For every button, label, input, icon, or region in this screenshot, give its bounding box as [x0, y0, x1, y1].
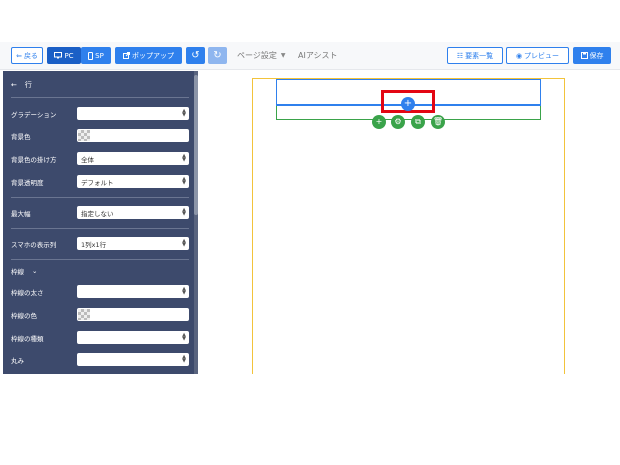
- monitor-icon: [54, 52, 63, 59]
- save-button[interactable]: 保存: [573, 47, 611, 64]
- preview-button[interactable]: ◉ プレビュー: [506, 47, 569, 64]
- popup-button[interactable]: ポップアップ: [115, 47, 182, 64]
- divider: [11, 197, 189, 198]
- select-arrows-icon: ▲ ▼: [182, 207, 186, 217]
- gradient-select[interactable]: ▲ ▼: [77, 107, 189, 120]
- elements-list-button[interactable]: ☷ 要素一覧: [447, 47, 503, 64]
- border-width-row: 枠線の太さ ▲ ▼: [11, 285, 189, 298]
- bg-apply-select[interactable]: 全体 ▲ ▼: [77, 152, 189, 165]
- sp-view-button[interactable]: SP: [81, 47, 111, 64]
- border-section-toggle[interactable]: 枠線 ⌄: [11, 266, 37, 276]
- select-arrows-icon: ▲ ▼: [182, 108, 186, 118]
- page-canvas[interactable]: [252, 78, 565, 374]
- select-arrows-icon: ▲ ▼: [182, 354, 186, 364]
- editor-toolbar: ⇐ 戻る PC SP ポップアップ ↺ ↻ ページ設定 ▼ AIアシスト ☷ 要…: [0, 42, 620, 70]
- sidebar-header: ← 行: [11, 80, 32, 90]
- delete-button[interactable]: 🗑: [431, 115, 445, 129]
- bg-color-picker[interactable]: [77, 129, 189, 142]
- sidebar-scrollbar[interactable]: [194, 71, 198, 374]
- max-width-select[interactable]: 指定しない ▲ ▼: [77, 206, 189, 219]
- select-arrows-icon: ▲ ▼: [182, 286, 186, 296]
- ai-assist-menu[interactable]: AIアシスト: [298, 47, 338, 64]
- divider: [11, 228, 189, 229]
- undo-icon: ↺: [191, 50, 200, 61]
- border-type-row: 枠線の種類 ▲ ▼: [11, 331, 189, 344]
- chevron-down-icon: ⌄: [32, 267, 38, 275]
- border-width-select[interactable]: ▲ ▼: [77, 285, 189, 298]
- save-icon: [580, 52, 588, 59]
- gear-icon: ⚙: [394, 117, 402, 126]
- trash-icon: 🗑: [432, 117, 444, 126]
- border-type-select[interactable]: ▲ ▼: [77, 331, 189, 344]
- copy-icon: ⧉: [415, 117, 421, 126]
- pc-view-button[interactable]: PC: [47, 47, 81, 64]
- copy-button[interactable]: ⧉: [411, 115, 425, 129]
- back-arrow-icon[interactable]: ←: [11, 81, 17, 89]
- redo-icon: ↻: [213, 50, 222, 61]
- caret-down-icon: ▼: [280, 52, 286, 59]
- select-arrows-icon: ▲ ▼: [182, 238, 186, 248]
- max-width-row: 最大幅 指定しない ▲ ▼: [11, 206, 189, 219]
- back-arrow-icon: ⇐: [16, 51, 22, 60]
- radius-select[interactable]: ▲ ▼: [77, 353, 189, 366]
- sidebar-title: 行: [24, 81, 32, 89]
- bg-color-row: 背景色: [11, 129, 189, 142]
- undo-button[interactable]: ↺: [186, 47, 205, 64]
- bg-opacity-select[interactable]: デフォルト ▲ ▼: [77, 175, 189, 188]
- add-element-button[interactable]: +: [372, 115, 386, 129]
- external-link-icon: [123, 52, 130, 59]
- smartphone-icon: [88, 51, 94, 60]
- settings-button[interactable]: ⚙: [391, 115, 405, 129]
- sp-columns-row: スマホの表示列 1列x1行 ▲ ▼: [11, 237, 189, 250]
- bg-apply-row: 背景色の掛け方 全体 ▲ ▼: [11, 152, 189, 165]
- select-arrows-icon: ▲ ▼: [182, 176, 186, 186]
- row-settings-sidebar: ← 行 グラデーション ▲ ▼ 背景色 背景色の掛け方 全体 ▲ ▼ 背景透明度 デ…: [3, 71, 198, 374]
- plus-icon: +: [403, 98, 413, 109]
- gradient-row: グラデーション ▲ ▼: [11, 107, 189, 120]
- divider: [11, 97, 189, 98]
- radius-row: 丸み ▲ ▼: [11, 353, 189, 366]
- select-arrows-icon: ▲ ▼: [182, 153, 186, 163]
- divider: [11, 259, 189, 260]
- transparent-swatch: [78, 309, 90, 320]
- add-row-button[interactable]: +: [401, 97, 415, 111]
- eye-icon: ◉: [515, 51, 523, 60]
- transparent-swatch: [78, 130, 90, 141]
- border-color-picker[interactable]: [77, 308, 189, 321]
- back-button[interactable]: ⇐ 戻る: [11, 47, 43, 64]
- plus-icon: +: [375, 117, 383, 126]
- select-arrows-icon: ▲ ▼: [182, 332, 186, 342]
- list-icon: ☷: [456, 51, 464, 60]
- redo-button[interactable]: ↻: [208, 47, 227, 64]
- border-color-row: 枠線の色: [11, 308, 189, 321]
- sp-columns-select[interactable]: 1列x1行 ▲ ▼: [77, 237, 189, 250]
- page-settings-menu[interactable]: ページ設定 ▼: [237, 47, 285, 64]
- bg-opacity-row: 背景透明度 デフォルト ▲ ▼: [11, 175, 189, 188]
- scrollbar-thumb[interactable]: [194, 75, 198, 215]
